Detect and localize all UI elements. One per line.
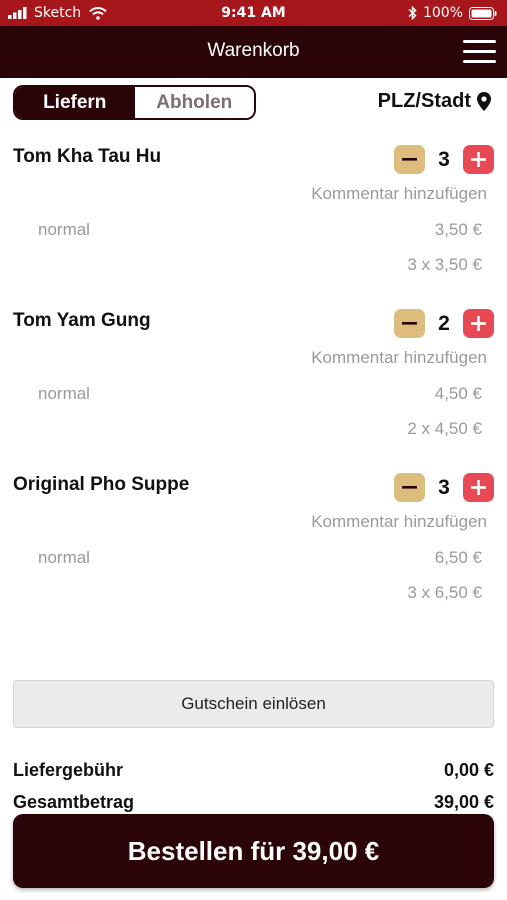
increase-button[interactable]	[463, 145, 494, 174]
tab-liefern[interactable]: Liefern	[15, 87, 135, 118]
item-line-total: 3 x 6,50 €	[407, 583, 482, 602]
place-order-button[interactable]: Bestellen für 39,00 €	[13, 814, 494, 888]
delivery-fee-value: 0,00 €	[443, 760, 494, 780]
battery-icon	[469, 6, 497, 20]
nav-bar: Warenkorb	[0, 26, 507, 78]
total-label: Gesamtbetrag	[13, 792, 135, 812]
total-value: 39,00 €	[433, 792, 494, 812]
decrease-button[interactable]	[394, 145, 425, 174]
item-unit-price: 6,50 €	[434, 548, 482, 567]
plus-icon	[471, 152, 486, 167]
location-selector[interactable]: PLZ/Stadt	[378, 90, 491, 113]
item-name: Tom Kha Tau Hu	[13, 146, 162, 167]
total-row: Gesamtbetrag 39,00 €	[13, 792, 494, 813]
add-comment-link[interactable]: Kommentar hinzufügen	[311, 512, 487, 532]
add-comment-link[interactable]: Kommentar hinzufügen	[311, 348, 487, 368]
quantity-value: 3	[438, 147, 450, 171]
minus-icon	[402, 486, 417, 489]
battery-percent: 100%	[422, 5, 463, 21]
decrease-button[interactable]	[394, 309, 425, 338]
item-line-total: 3 x 3,50 €	[407, 255, 482, 274]
plus-icon	[471, 480, 486, 495]
item-unit-price: 4,50 €	[434, 384, 482, 403]
quantity-stepper: 3	[394, 145, 494, 174]
status-bar: Sketch 9:41 AM 100%	[0, 0, 507, 26]
plus-icon	[471, 316, 486, 331]
increase-button[interactable]	[463, 309, 494, 338]
location-label: PLZ/Stadt	[377, 90, 471, 112]
quantity-stepper: 2	[394, 309, 494, 338]
item-name: Tom Yam Gung	[13, 310, 151, 331]
quantity-stepper: 3	[394, 473, 494, 502]
status-right: 100%	[408, 5, 497, 21]
quantity-value: 2	[438, 311, 450, 335]
delivery-fee-row: Liefergebühr 0,00 €	[13, 760, 494, 781]
bluetooth-icon	[408, 6, 417, 20]
item-name: Original Pho Suppe	[13, 474, 190, 495]
increase-button[interactable]	[463, 473, 494, 502]
add-comment-link[interactable]: Kommentar hinzufügen	[311, 184, 487, 204]
item-line-total: 2 x 4,50 €	[407, 419, 482, 438]
redeem-voucher-button[interactable]: Gutschein einlösen	[13, 680, 494, 728]
item-unit-price: 3,50 €	[434, 220, 482, 239]
quantity-value: 3	[438, 475, 450, 499]
hamburger-menu-icon[interactable]	[463, 40, 496, 64]
minus-icon	[402, 158, 417, 161]
item-variant: normal	[38, 384, 90, 403]
item-variant: normal	[38, 548, 90, 567]
tab-abholen[interactable]: Abholen	[134, 87, 254, 118]
decrease-button[interactable]	[394, 473, 425, 502]
delivery-fee-label: Liefergebühr	[13, 760, 124, 780]
delivery-mode-toggle: Liefern Abholen	[13, 85, 256, 120]
page-title: Warenkorb	[207, 40, 300, 61]
minus-icon	[402, 322, 417, 325]
location-pin-icon	[477, 92, 491, 111]
item-variant: normal	[38, 220, 90, 239]
